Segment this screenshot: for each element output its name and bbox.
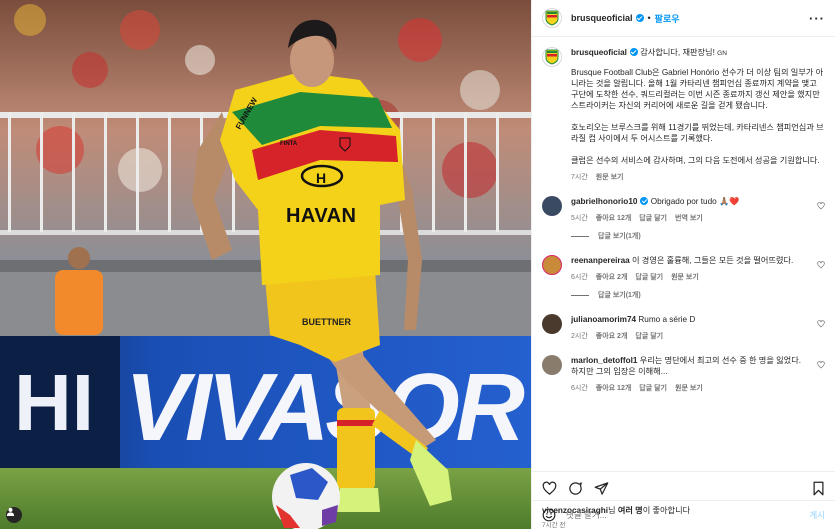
caption-text: Brusque Football Club은 Gabriel Honório 선… [571,68,824,165]
comment-time: 6시간 [571,385,588,392]
commenter-avatar[interactable] [542,355,562,375]
comment-text: 이 경영은 훌륭해, 그들은 모든 것을 떨어뜨렸다. [632,256,794,265]
header-separator: • [647,13,651,23]
share-icon[interactable] [594,481,609,496]
verified-badge-icon [629,48,638,56]
more-horizontal-icon[interactable]: ··· [809,11,825,26]
comment-like-heart-icon[interactable] [817,261,825,269]
caption-time: 7시간 [571,174,588,181]
comment-item: gabrielhonorio10 Obrigado por tudo 🙏🏽❤️ … [542,196,825,223]
verified-badge-icon [635,14,644,22]
translate-button[interactable]: 원문 보기 [675,383,703,393]
football-player-image: HI VIVASOR BUETTNER HAVAN H FI [0,0,531,529]
view-replies-button[interactable]: 답글 보기(1개) [571,290,825,300]
comment-composer: 게시 [532,500,835,529]
comment-time: 6시간 [571,274,588,281]
comments-scroll-area[interactable]: brusqueoficial 감사합니다, 재판장님! GN Brusque F… [532,37,835,471]
reply-button[interactable]: 답글 달기 [635,272,663,282]
comment-likes[interactable]: 좋아요 12개 [596,213,632,223]
caption-avatar[interactable] [542,47,562,67]
shirt-sponsor-text: HAVAN [286,205,356,227]
post-header: brusqueoficial • 팔로우 ··· [532,0,835,37]
comment-item: julianoamorim74 Rumo a série D 2시간 좋아요 2… [542,314,825,341]
comment-like-heart-icon[interactable] [817,361,825,369]
commenter-avatar[interactable] [542,196,562,216]
reply-button[interactable]: 답글 달기 [639,213,667,223]
comment-item: reenanpereiraa 이 경영은 훌륭해, 그들은 모든 것을 떨어뜨렸… [542,255,825,282]
shirt-sponsor-logo: H [316,170,326,186]
comment-item: marlon_detoffol1 우리는 명단에서 최고의 선수 중 한 명을 … [542,355,825,393]
verified-badge-icon [640,197,649,205]
comment-username[interactable]: gabrielhonorio10 [571,197,637,206]
comment-input[interactable] [566,510,810,520]
shirt-brand-text: FINTA [280,141,298,147]
author-avatar[interactable] [542,8,562,28]
comment-likes[interactable]: 좋아요 12개 [596,383,632,393]
comment-text: Obrigado por tudo 🙏🏽❤️ [650,197,740,206]
banner-text: VIVASOR [125,354,525,461]
person-icon [6,507,15,516]
comment-username[interactable]: marlon_detoffol1 [571,356,637,365]
caption-headline-tag: GN [717,50,727,57]
translate-button[interactable]: 원문 보기 [671,272,699,282]
caption: brusqueoficial 감사합니다, 재판장님! GN Brusque F… [542,47,825,182]
comment-username[interactable]: reenanpereiraa [571,256,630,265]
heart-icon[interactable] [542,481,557,496]
post-viewer: HI VIVASOR BUETTNER HAVAN H FI [0,0,835,529]
comment-like-heart-icon[interactable] [817,320,825,328]
comment-time: 2시간 [571,333,588,340]
brusque-crest-icon [545,10,559,26]
bookmark-icon[interactable] [812,481,825,496]
follow-button[interactable]: 팔로우 [655,12,680,25]
view-replies-button[interactable]: 답글 보기(1개) [571,231,825,241]
comment-likes[interactable]: 좋아요 2개 [596,331,628,341]
translate-button[interactable]: 번역 보기 [675,213,703,223]
post-side-panel: brusqueoficial • 팔로우 ··· brusqueoficial [531,0,835,529]
commenter-avatar[interactable] [542,255,562,275]
caption-username[interactable]: brusqueoficial [571,48,627,57]
emoji-icon[interactable] [542,508,556,522]
reply-button[interactable]: 답글 달기 [635,331,663,341]
post-photo[interactable]: HI VIVASOR BUETTNER HAVAN H FI [0,0,531,529]
comment-likes[interactable]: 좋아요 2개 [596,272,628,282]
post-comment-button[interactable]: 게시 [809,509,825,521]
comment-like-heart-icon[interactable] [817,202,825,210]
shorts-sponsor-text: BUETTNER [302,317,351,327]
caption-headline: 감사합니다, 재판장님! [640,48,715,57]
user-tag-button[interactable] [6,507,22,523]
comment-text: Rumo a série D [638,315,696,324]
comment-username[interactable]: julianoamorim74 [571,315,636,324]
see-original-button[interactable]: 원문 보기 [596,172,624,182]
commenter-avatar[interactable] [542,314,562,334]
author-username[interactable]: brusqueoficial [571,13,633,23]
reply-button[interactable]: 답글 달기 [639,383,667,393]
brusque-crest-icon [545,49,559,65]
comment-icon[interactable] [568,481,583,496]
comment-time: 5시간 [571,215,588,222]
banner-left-text: HI [14,358,94,447]
